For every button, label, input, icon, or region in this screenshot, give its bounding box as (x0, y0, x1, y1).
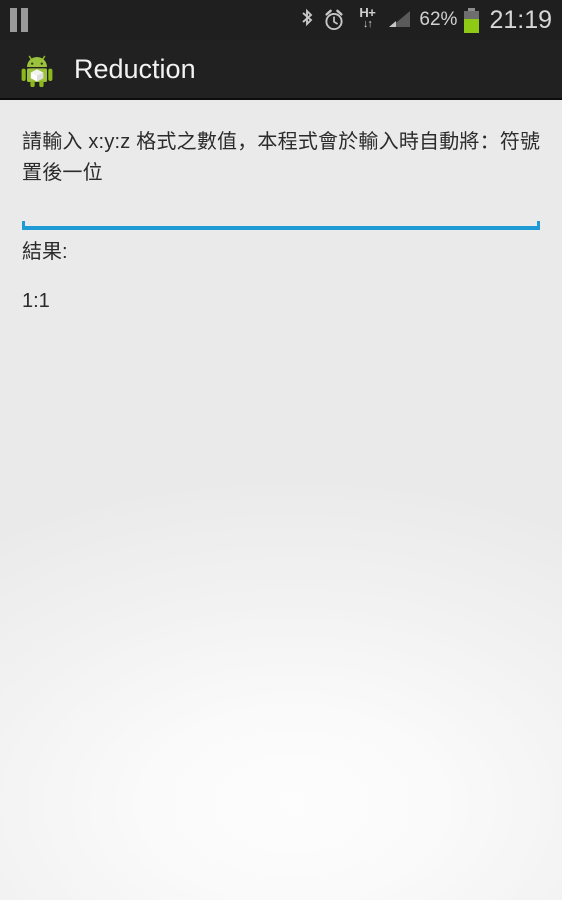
status-bar-left-icons (8, 8, 30, 32)
ratio-input[interactable] (22, 202, 540, 224)
status-bar-clock: 21:19 (489, 5, 552, 34)
ratio-input-container[interactable] (22, 202, 540, 230)
main-content: 請輸入 x:y:z 格式之數值，本程式會於輸入時自動將：符號置後一位 結果: 1… (0, 102, 562, 900)
input-underline (22, 221, 540, 230)
hsdpa-plus-icon: H+ ↓↑ (353, 6, 381, 33)
app-title: Reduction (74, 53, 196, 84)
action-bar: Reduction (0, 40, 562, 100)
result-label: 結果: (22, 241, 68, 263)
instruction-text: 請輸入 x:y:z 格式之數值，本程式會於輸入時自動將：符號置後一位 (22, 131, 541, 184)
signal-bars-icon (388, 9, 412, 31)
status-bar-right-icons: H+ ↓↑ 62% 21:19 (299, 6, 552, 35)
battery-percentage-label: 62% (419, 9, 458, 30)
phone-screen: H+ ↓↑ 62% 21:19 Reduction 請輸入 x:y:z 格式之數… (0, 0, 562, 900)
bluetooth-icon (299, 8, 315, 32)
status-bar[interactable]: H+ ↓↑ 62% 21:19 (0, 0, 562, 40)
android-robot-icon (18, 50, 56, 88)
pause-icon (8, 8, 30, 32)
result-value: 1:1 (22, 290, 50, 312)
battery-icon (464, 7, 480, 33)
alarm-clock-icon (322, 8, 346, 32)
data-transfer-arrows-icon: ↓↑ (362, 18, 373, 30)
